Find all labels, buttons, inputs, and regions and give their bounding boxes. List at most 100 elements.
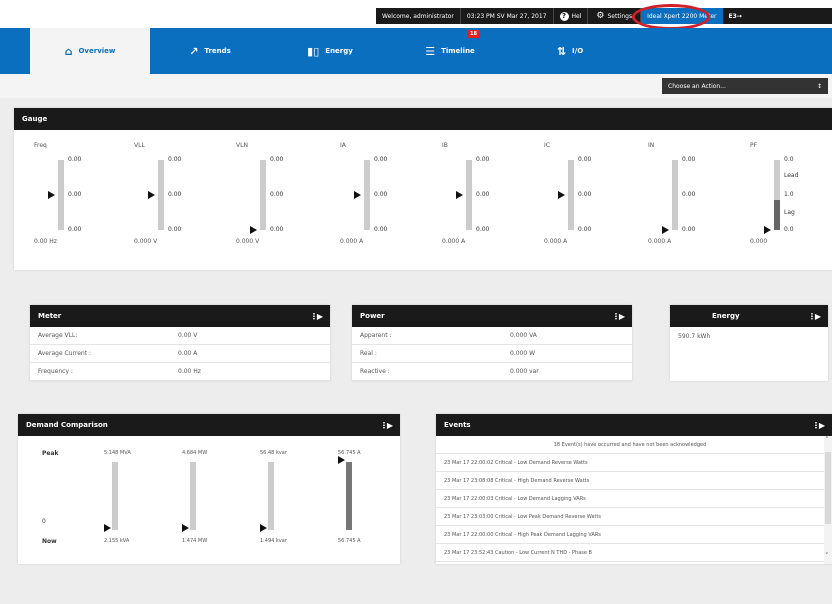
demand-bar (346, 462, 352, 530)
demand-column: 56.48 kvar 1.494 kvar (260, 450, 320, 546)
tab-overview[interactable]: ⌂ Overview (30, 28, 150, 74)
energy-panel-title: Energy (712, 312, 740, 320)
welcome-text: Welcome, administrator (376, 8, 461, 24)
events-scrollbar[interactable]: ˄ ˅ (824, 436, 832, 564)
gauge-bottom-tick: 0.00 (476, 226, 490, 233)
gauge-marker (456, 191, 463, 199)
meter-row: Average VLL: 0.00 V (30, 327, 330, 345)
gauge-bottom-tick: 0.00 (374, 226, 388, 233)
gauge-top-tick: 0.0 (784, 156, 794, 163)
main-nav: ⌂ Overview ↗ Trends ▮▯ Energy ☰ Timeline… (0, 28, 832, 74)
event-row[interactable]: 23 Mar 17 22:00:03 Critical - Low Demand… (436, 490, 824, 508)
settings-highlight-ring (632, 4, 710, 30)
event-row[interactable]: 23 Mar 17 23:03:00 Critical - Low Peak D… (436, 508, 824, 526)
gauge-bottom-tick: 0.00 (578, 226, 592, 233)
gauge-top-tick: 0.00 (578, 156, 592, 163)
datetime-text: 03:23 PM SV Mar 27, 2017 (461, 8, 554, 24)
gauge-bar (364, 160, 370, 230)
meter-row: Average Current : 0.00 A (30, 345, 330, 363)
tab-io[interactable]: ⇅ I/O (510, 28, 630, 74)
gauge-lag-label: Lag (784, 209, 795, 216)
expand-icon[interactable]: ⋮▶ (808, 312, 821, 321)
scroll-thumb[interactable] (825, 452, 831, 524)
demand-fill (346, 462, 352, 530)
meter-row-key: Frequency : (38, 368, 73, 375)
meter-row-value: 0.00 V (178, 332, 198, 339)
gauge-panel-title: Gauge (22, 115, 48, 123)
top-status-bar: Welcome, administrator 03:23 PM SV Mar 2… (376, 8, 832, 24)
events-panel-header: Events ⋮▶ (436, 414, 832, 436)
scroll-down-icon[interactable]: ˅ (825, 552, 829, 560)
demand-panel-header: Demand Comparison ⋮▶ (18, 414, 400, 436)
help-button[interactable]: ? Hel (554, 8, 589, 24)
tab-energy[interactable]: ▮▯ Energy (270, 28, 390, 74)
energy-value: 590.7 kWh (678, 332, 711, 340)
gauge-marker (250, 226, 257, 234)
meter-panel-title: Meter (38, 312, 62, 320)
demand-marker (104, 524, 111, 532)
gauge-top-tick: 0.00 (270, 156, 284, 163)
gauge-bar (568, 160, 574, 230)
tab-overview-label: Overview (78, 47, 116, 55)
demand-now-value: 2.155 kVA (104, 538, 130, 544)
expand-icon[interactable]: ⋮▶ (812, 421, 825, 430)
tab-trends[interactable]: ↗ Trends (150, 28, 270, 74)
peak-label: Peak (42, 450, 59, 457)
gauge-bar (672, 160, 678, 230)
demand-panel-title: Demand Comparison (26, 421, 108, 429)
gauge-mid-tick: 0.00 (374, 191, 388, 198)
event-row[interactable]: 23 Mar 17 23:08:08 Critical - High Deman… (436, 472, 824, 490)
demand-marker (182, 524, 189, 532)
gauge-marker (558, 191, 565, 199)
scroll-up-icon[interactable]: ˄ (825, 436, 829, 444)
gauge-bar (58, 160, 64, 230)
action-select-label: Choose an Action... (668, 82, 726, 90)
gauge: Freq 0.00 0.00 0.00 0.00 Hz (34, 142, 104, 252)
power-row-key: Reactive : (360, 368, 390, 375)
gauge-bar (260, 160, 266, 230)
bar-chart-icon: ▮▯ (307, 44, 320, 58)
power-row: Reactive : 0.000 var (352, 363, 632, 381)
demand-marker (338, 456, 345, 464)
meter-row: Frequency : 0.00 Hz (30, 363, 330, 381)
power-panel-title: Power (360, 312, 385, 320)
logout-button[interactable]: E3→ (723, 8, 748, 24)
meter-row-value: 0.00 Hz (178, 368, 201, 375)
expand-icon[interactable]: ⋮▶ (310, 312, 323, 321)
demand-peak-value: 56.48 kvar (260, 450, 287, 456)
gauge-top-tick: 0.00 (68, 156, 82, 163)
tab-io-label: I/O (572, 47, 584, 55)
gauge-value: 0.000 (750, 238, 768, 245)
event-row[interactable]: 23 Mar 17 22:00:00 Critical - High Peak … (436, 526, 824, 544)
event-row[interactable]: 23 Mar 17 22:00:02 Critical - Low Demand… (436, 454, 824, 472)
gauge: VLL 0.00 0.00 0.00 0.000 V (134, 142, 204, 252)
tab-timeline-label: Timeline (441, 47, 475, 55)
gauge: IN 0.00 0.00 0.00 0.000 A (648, 142, 718, 252)
power-panel-header: Power ⋮▶ (352, 305, 632, 327)
demand-column: 56.745 A 56.745 A (338, 450, 398, 546)
trend-icon: ↗ (189, 44, 199, 58)
action-select[interactable]: Choose an Action... ↕ (662, 78, 828, 94)
meter-row-value: 0.00 A (178, 350, 198, 357)
tab-trends-label: Trends (204, 47, 231, 55)
event-row[interactable]: 23 Mar 17 23:52:43 Caution - Low Current… (436, 544, 824, 562)
gauge-bottom-tick: 0.00 (168, 226, 182, 233)
tab-energy-label: Energy (325, 47, 353, 55)
gauge: VLN 0.00 0.00 0.00 0.000 V (236, 142, 306, 252)
gauge-value: 0.00 Hz (34, 238, 57, 245)
gauge-bar (466, 160, 472, 230)
help-icon: ? (559, 11, 569, 21)
expand-icon[interactable]: ⋮▶ (612, 312, 625, 321)
gauge-label: VLL (134, 142, 145, 149)
zero-label: 0 (42, 518, 46, 525)
power-panel: Power ⋮▶ Apparent : 0.000 VA Real : 0.000 … (352, 305, 632, 381)
gauge-mid-tick: 0.00 (270, 191, 284, 198)
expand-icon[interactable]: ⋮▶ (380, 421, 393, 430)
gauge-value: 0.000 A (340, 238, 364, 245)
gauge-value: 0.000 V (134, 238, 158, 245)
tab-timeline[interactable]: ☰ Timeline 18 (390, 28, 510, 74)
gauge-panel-header: Gauge (14, 108, 832, 130)
meter-panel-header: Meter ⋮▶ (30, 305, 330, 327)
gauge-bottom-tick: 0.00 (682, 226, 696, 233)
top-bar: Welcome, administrator 03:23 PM SV Mar 2… (0, 0, 832, 30)
